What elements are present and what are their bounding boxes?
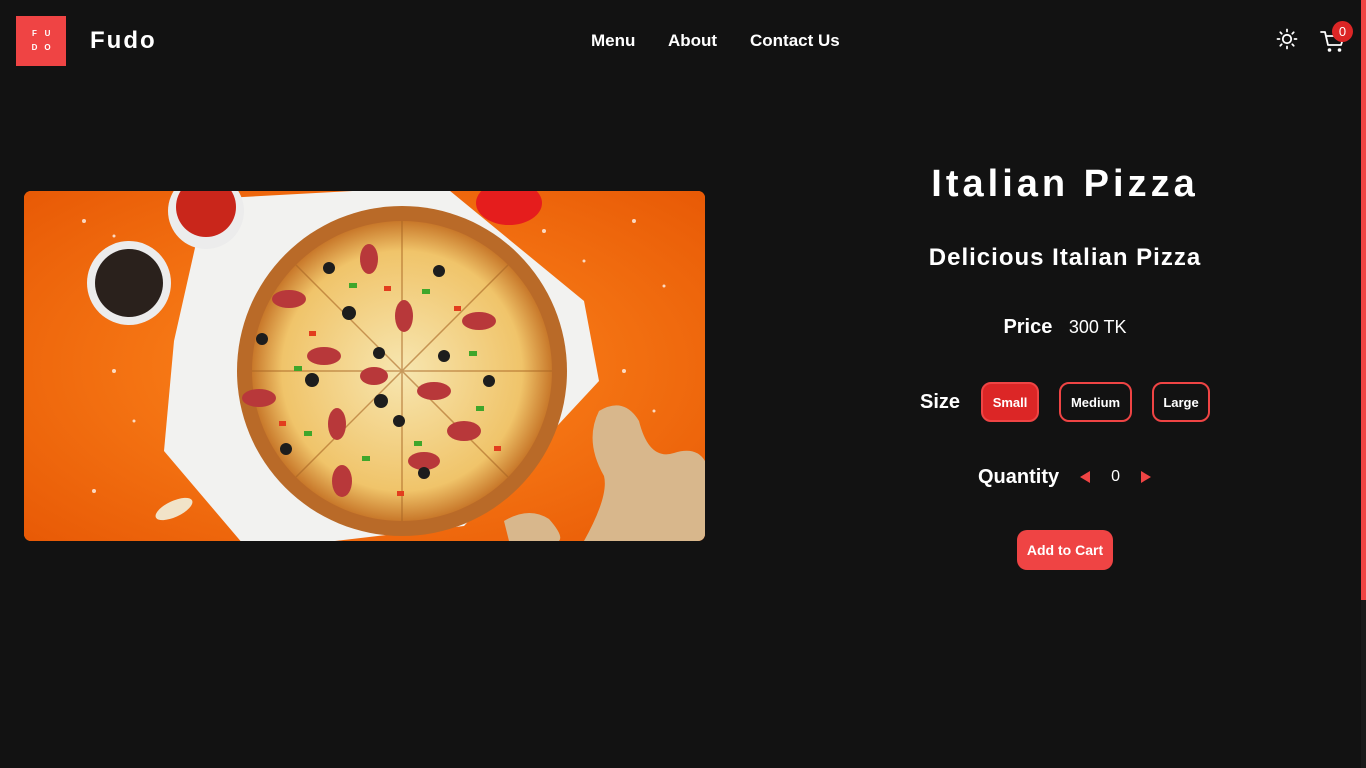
chevron-left-icon[interactable] bbox=[1079, 470, 1091, 484]
product-image bbox=[24, 191, 705, 541]
quantity-row: Quantity 0 bbox=[978, 464, 1152, 490]
sun-icon[interactable] bbox=[1276, 28, 1298, 50]
price-label: Price bbox=[1003, 316, 1053, 338]
nav-contact[interactable]: Contact Us bbox=[750, 31, 840, 51]
size-small-button[interactable]: Small bbox=[981, 382, 1040, 422]
cart-count-badge: 0 bbox=[1332, 21, 1353, 42]
nav-about[interactable]: About bbox=[668, 31, 717, 51]
logo-letter: U bbox=[44, 29, 51, 38]
logo-icon[interactable]: F U D O bbox=[16, 16, 66, 66]
price-row: Price 300 TK bbox=[900, 316, 1230, 339]
size-label: Size bbox=[920, 390, 961, 413]
size-row: Size Small Medium Large bbox=[920, 382, 1230, 422]
quantity-label: Quantity bbox=[978, 465, 1060, 488]
product-subtitle: Delicious Italian Pizza bbox=[928, 244, 1202, 271]
size-large-button[interactable]: Large bbox=[1152, 382, 1211, 422]
logo-letter: O bbox=[44, 43, 51, 52]
scrollbar-thumb[interactable] bbox=[1361, 0, 1366, 600]
product-title: Italian Pizza bbox=[931, 163, 1199, 205]
nav-menu[interactable]: Menu bbox=[591, 31, 635, 51]
logo-letter: D bbox=[31, 43, 38, 52]
chevron-right-icon[interactable] bbox=[1140, 470, 1152, 484]
brand-name[interactable]: Fudo bbox=[90, 27, 157, 55]
quantity-value: 0 bbox=[1111, 468, 1121, 485]
price-value: 300 TK bbox=[1068, 317, 1127, 337]
add-to-cart-button[interactable]: Add to Cart bbox=[1017, 530, 1113, 570]
product-details: Italian Pizza Delicious Italian Pizza Pr… bbox=[900, 0, 1230, 768]
logo-letter: F bbox=[32, 29, 37, 38]
size-medium-button[interactable]: Medium bbox=[1059, 382, 1133, 422]
